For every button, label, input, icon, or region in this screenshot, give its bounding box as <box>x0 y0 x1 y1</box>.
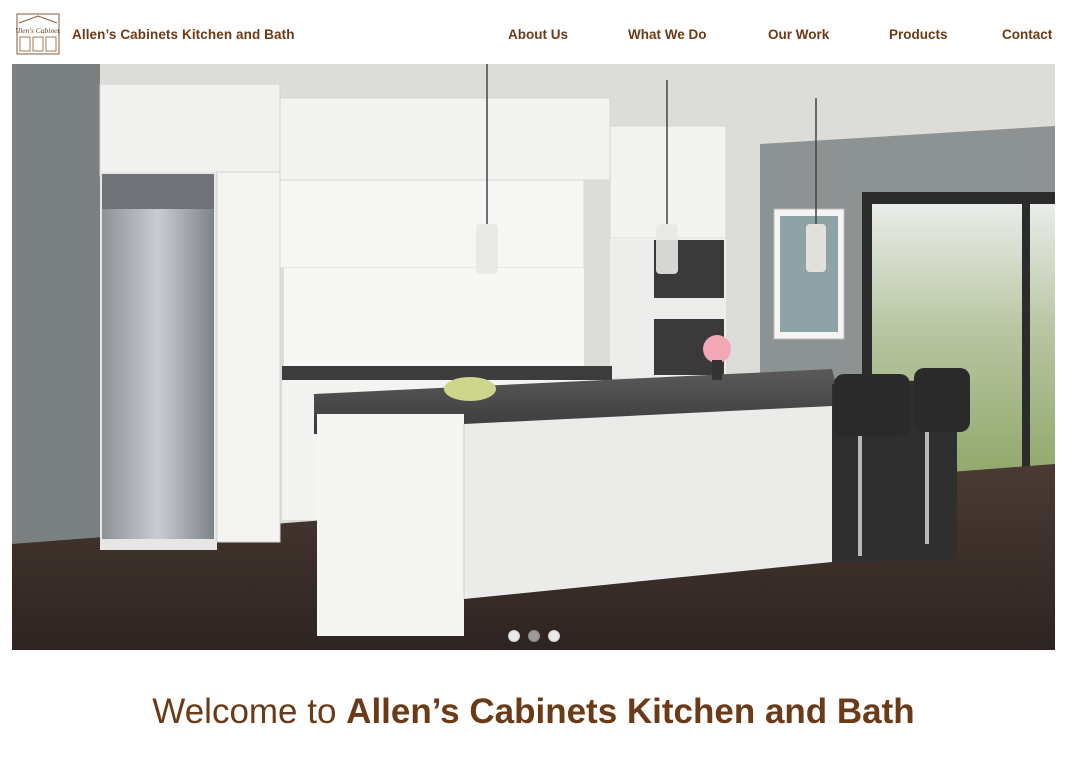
welcome-prefix: Welcome to <box>152 692 347 731</box>
site-header: Allen's Cabinets Allen’s Cabinets Kitche… <box>0 0 1067 64</box>
nav-what-we-do[interactable]: What We Do <box>628 27 707 42</box>
nav-our-work[interactable]: Our Work <box>768 27 829 42</box>
kitchen-photo <box>12 64 1055 650</box>
nav-products[interactable]: Products <box>889 27 948 42</box>
main-nav: About Us What We Do Our Work Products Co… <box>0 27 1067 47</box>
slide-indicators <box>508 630 568 642</box>
nav-contact[interactable]: Contact <box>1002 27 1052 42</box>
hero-slideshow[interactable] <box>12 64 1055 650</box>
slide-dot-2[interactable] <box>528 630 540 642</box>
nav-about-us[interactable]: About Us <box>508 27 568 42</box>
slide-dot-3[interactable] <box>548 630 560 642</box>
welcome-business-name: Allen’s Cabinets Kitchen and Bath <box>346 692 915 731</box>
slide-dot-1[interactable] <box>508 630 520 642</box>
welcome-heading: Welcome to Allen’s Cabinets Kitchen and … <box>0 692 1067 732</box>
